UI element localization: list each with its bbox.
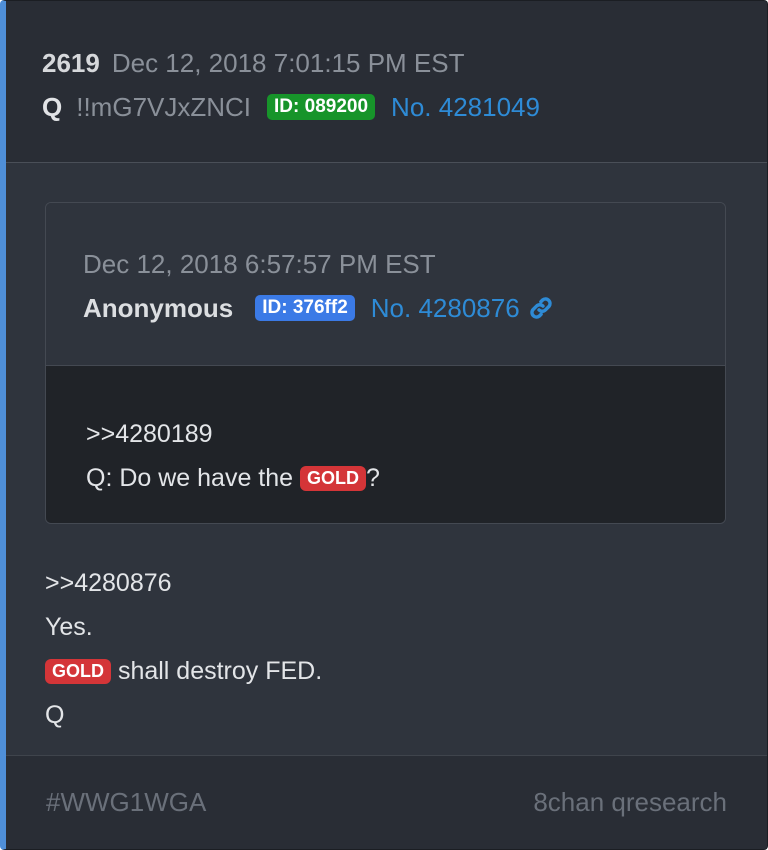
post-number-link[interactable]: No. 4281049: [391, 91, 540, 123]
body-line-gold: GOLD shall destroy FED.: [45, 649, 322, 693]
gold-highlight: GOLD: [300, 466, 367, 491]
body-line-gold-rest: shall destroy FED.: [111, 657, 323, 685]
quoted-question-end: ?: [366, 464, 380, 492]
body-line-yes: Yes.: [45, 613, 93, 641]
post-body: >>4280876 Yes. GOLD shall destroy FED. Q: [45, 561, 322, 737]
id-badge[interactable]: ID: 089200: [267, 94, 376, 120]
hashtag: #WWG1WGA: [46, 787, 207, 817]
q-drop-card: 2619 Dec 12, 2018 7:01:15 PM EST Q !!mG7V…: [0, 0, 768, 850]
post-author: Q: [42, 92, 63, 122]
signature: Q: [45, 701, 65, 729]
drop-number: 2619: [42, 48, 100, 78]
quoted-post-body: >>4280189 Q: Do we have the GOLD?: [46, 366, 725, 523]
post-footer: #WWG1WGA 8chan qresearch: [6, 755, 767, 849]
quoted-post-date: Dec 12, 2018 6:57:57 PM EST: [83, 249, 436, 279]
quoted-question-text: Q: Do we have the: [86, 464, 301, 492]
quoted-question-line: Q: Do we have the GOLD?: [86, 456, 380, 500]
quoted-post-author: Anonymous: [83, 293, 234, 323]
tripcode: !!mG7VJxZNCI: [76, 92, 252, 122]
quoted-post-number-link[interactable]: No. 4280876: [371, 292, 520, 324]
post-author-line: Q !!mG7VJxZNCI ID: 089200 No. 4281049: [42, 91, 540, 123]
post-meta: 2619 Dec 12, 2018 7:01:15 PM EST: [42, 47, 465, 79]
reply-link[interactable]: >>4280876: [45, 561, 322, 605]
quoted-id-badge[interactable]: ID: 376ff2: [255, 295, 355, 321]
quoted-post: Dec 12, 2018 6:57:57 PM EST Anonymous ID…: [45, 202, 726, 524]
quoted-reply-link[interactable]: >>4280189: [86, 412, 380, 456]
gold-highlight: GOLD: [45, 659, 111, 684]
quoted-post-header: Dec 12, 2018 6:57:57 PM EST Anonymous ID…: [46, 203, 725, 366]
quoted-post-text: >>4280189 Q: Do we have the GOLD?: [86, 412, 380, 500]
source-label: 8chan qresearch: [533, 787, 727, 817]
link-icon[interactable]: [528, 295, 554, 321]
post-header: 2619 Dec 12, 2018 7:01:15 PM EST Q !!mG7V…: [6, 1, 767, 163]
quoted-post-author-line: Anonymous ID: 376ff2 No. 4280876: [83, 292, 554, 324]
post-date: Dec 12, 2018 7:01:15 PM EST: [111, 48, 465, 78]
